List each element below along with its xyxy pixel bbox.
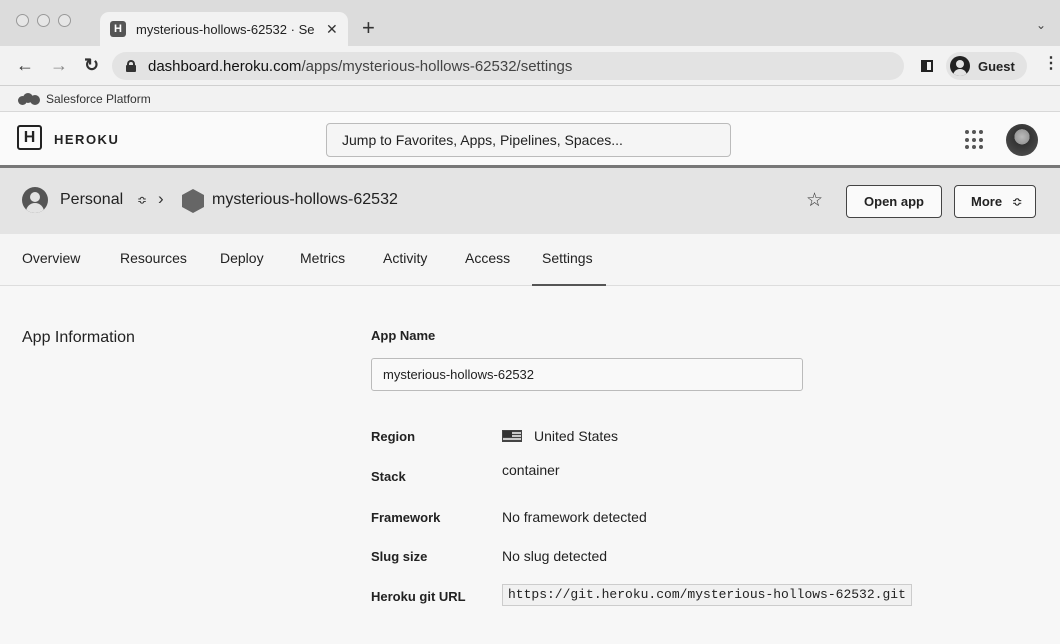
region-label: Region <box>371 429 416 444</box>
minimize-window-button[interactable] <box>37 14 50 27</box>
slug-size-label: Slug size <box>371 549 428 564</box>
tab-overview[interactable]: Overview <box>22 250 80 266</box>
url-path: /apps/mysterious-hollows-62532/settings <box>301 57 573 75</box>
lock-icon <box>126 60 136 72</box>
heroku-header: H HEROKU Jump to Favorites, Apps, Pipeli… <box>0 112 1060 168</box>
more-button[interactable]: More ≎ <box>954 185 1036 218</box>
app-header-bar: Personal ≎ › mysterious-hollows-62532 ☆ … <box>0 168 1060 234</box>
person-icon <box>22 187 48 213</box>
more-chevrons-icon: ≎ <box>1011 194 1023 209</box>
close-window-button[interactable] <box>16 14 29 27</box>
tab-resources[interactable]: Resources <box>120 250 187 266</box>
reload-icon[interactable]: ↻ <box>84 55 99 75</box>
app-name-input[interactable] <box>371 358 803 391</box>
browser-tab-strip: H mysterious-hollows-62532 · Se ✕ + ⌄ <box>0 0 1060 46</box>
git-url-value[interactable]: https://git.heroku.com/mysterious-hollow… <box>502 584 912 606</box>
maximize-window-button[interactable] <box>58 14 71 27</box>
git-url-label: Heroku git URL <box>371 589 466 604</box>
framework-label: Framework <box>371 510 441 525</box>
stack-label: Stack <box>371 469 406 484</box>
active-tab-indicator <box>532 284 606 286</box>
section-title: App Information <box>22 329 135 346</box>
more-button-label: More <box>971 194 1003 209</box>
jump-to-search[interactable]: Jump to Favorites, Apps, Pipelines, Spac… <box>326 123 731 157</box>
user-avatar[interactable] <box>1006 124 1038 156</box>
app-tabs: Overview Resources Deploy Metrics Activi… <box>0 234 1060 286</box>
app-name-label: App Name <box>371 328 436 343</box>
heroku-logo-icon[interactable]: H <box>17 125 42 150</box>
salesforce-platform-label[interactable]: Salesforce Platform <box>46 92 151 106</box>
heroku-favicon-icon: H <box>110 21 126 37</box>
breadcrumb-chevron-icon: › <box>158 189 164 208</box>
tab-settings[interactable]: Settings <box>542 250 593 266</box>
region-value: United States <box>534 428 619 444</box>
profile-label: Guest <box>978 58 1015 74</box>
side-panel-icon[interactable] <box>921 60 933 72</box>
window-controls <box>16 14 71 27</box>
browser-tab[interactable]: H mysterious-hollows-62532 · Se ✕ <box>100 12 348 46</box>
slug-size-value: No slug detected <box>502 548 608 564</box>
settings-content: App Information App Name Region United S… <box>0 287 1060 644</box>
profile-button[interactable]: Guest <box>946 52 1027 80</box>
stack-value: container <box>502 462 560 478</box>
url-host: dashboard.heroku.com <box>148 57 302 75</box>
breadcrumb-personal[interactable]: Personal <box>60 191 123 209</box>
tab-activity[interactable]: Activity <box>383 250 427 266</box>
open-app-button[interactable]: Open app <box>846 185 942 218</box>
apps-grid-icon[interactable] <box>965 130 985 150</box>
tab-title: mysterious-hollows-62532 · Se <box>136 21 315 37</box>
app-hexagon-icon <box>182 189 204 213</box>
favorite-star-icon[interactable]: ☆ <box>806 189 823 212</box>
tab-deploy[interactable]: Deploy <box>220 250 264 266</box>
heroku-wordmark[interactable]: HEROKU <box>54 132 119 147</box>
framework-value: No framework detected <box>502 509 647 525</box>
browser-toolbar: ← → ↻ dashboard.heroku.com/apps/mysterio… <box>0 46 1060 86</box>
close-tab-icon[interactable]: ✕ <box>326 21 338 38</box>
forward-arrow-icon[interactable]: → <box>50 55 68 75</box>
breadcrumb-app-name[interactable]: mysterious-hollows-62532 <box>212 191 398 209</box>
new-tab-icon[interactable]: + <box>362 17 375 39</box>
salesforce-cloud-icon <box>18 92 40 105</box>
browser-menu-icon[interactable]: ⋮ <box>1043 56 1059 72</box>
salesforce-bar: Salesforce Platform <box>0 86 1060 112</box>
address-bar[interactable]: dashboard.heroku.com/apps/mysterious-hol… <box>112 52 904 80</box>
region-value-row: United States <box>502 428 618 444</box>
tab-search-chevron-icon[interactable]: ⌄ <box>1036 18 1046 32</box>
tab-metrics[interactable]: Metrics <box>300 250 345 266</box>
switcher-chevrons-icon[interactable]: ≎ <box>137 193 147 207</box>
tab-access[interactable]: Access <box>465 250 510 266</box>
us-flag-icon <box>502 430 522 442</box>
back-arrow-icon[interactable]: ← <box>16 55 34 75</box>
profile-avatar-icon <box>950 56 970 76</box>
